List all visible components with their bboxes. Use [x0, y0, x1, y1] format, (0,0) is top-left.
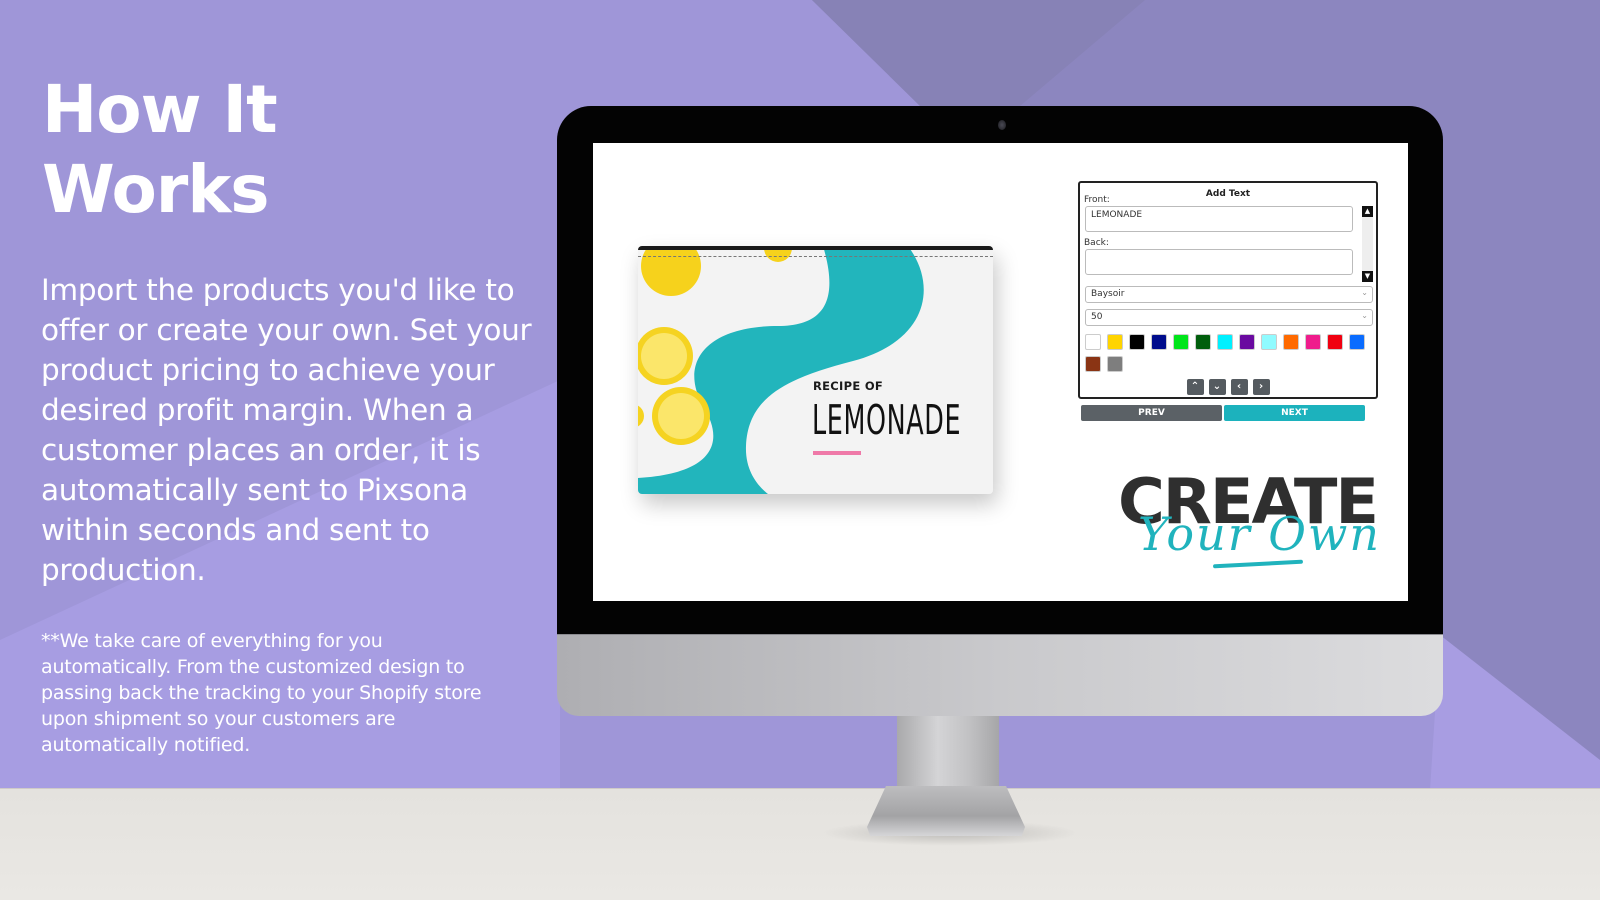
desk-surface: [0, 788, 1600, 900]
heading-line-1: How It: [42, 71, 278, 148]
color-swatch-green[interactable]: [1173, 334, 1189, 350]
scrollbar[interactable]: ▲ ▼: [1362, 206, 1373, 282]
scroll-up-icon[interactable]: ▲: [1362, 206, 1373, 217]
page-heading: How It Works: [42, 70, 278, 230]
color-swatch-light-cyan[interactable]: [1261, 334, 1277, 350]
move-down-button[interactable]: ⌄: [1208, 379, 1226, 395]
back-text-input[interactable]: [1085, 249, 1353, 275]
color-swatch-pink[interactable]: [1305, 334, 1321, 350]
color-swatch-black[interactable]: [1129, 334, 1145, 350]
color-swatch-white[interactable]: [1085, 334, 1101, 350]
logo-your-own-text: Your Own: [1138, 507, 1382, 561]
position-controls: ⌃ ⌄ ‹ ›: [1080, 379, 1376, 395]
product-subtitle: RECIPE OF: [813, 379, 884, 393]
move-up-button[interactable]: ⌃: [1186, 379, 1204, 395]
size-select[interactable]: 50 ⌄: [1085, 309, 1373, 326]
prev-button[interactable]: PREV: [1081, 405, 1222, 421]
chevron-down-icon: ⌄: [1361, 311, 1368, 320]
pouch-zipper: [638, 246, 993, 250]
monitor-bezel: RECIPE OF LEMONADE Add Text Front: LEMON…: [557, 106, 1443, 634]
camera-icon: [998, 120, 1006, 130]
panel-title: Add Text: [1205, 189, 1251, 199]
footnote-text: **We take care of everything for you aut…: [41, 630, 482, 756]
color-swatch-brown[interactable]: [1085, 356, 1101, 372]
color-swatch-dark-green[interactable]: [1195, 334, 1211, 350]
color-swatch-orange[interactable]: [1283, 334, 1299, 350]
add-text-panel: Add Text Front: LEMONADE Back: ▲ ▼ Bayso…: [1078, 181, 1378, 399]
color-swatch-gray[interactable]: [1107, 356, 1123, 372]
next-button[interactable]: NEXT: [1224, 405, 1365, 421]
monitor-stand-base: [867, 786, 1025, 836]
color-swatch-blue[interactable]: [1349, 334, 1365, 350]
pouch-stitch: [638, 256, 993, 257]
product-pouch-image: RECIPE OF LEMONADE: [638, 246, 993, 494]
monitor-screen: RECIPE OF LEMONADE Add Text Front: LEMON…: [593, 143, 1408, 601]
front-label: Front:: [1084, 195, 1110, 205]
size-select-value: 50: [1091, 312, 1103, 322]
color-swatch-yellow[interactable]: [1107, 334, 1123, 350]
monitor-chin: [557, 634, 1443, 716]
heading-line-2: Works: [42, 151, 270, 228]
front-text-input[interactable]: LEMONADE: [1085, 206, 1353, 232]
pouch-artwork: [638, 246, 993, 494]
color-swatch-purple[interactable]: [1239, 334, 1255, 350]
back-label: Back:: [1084, 238, 1109, 248]
product-accent-bar: [813, 451, 861, 455]
create-your-own-logo: CREATE Your Own: [1118, 465, 1388, 575]
chevron-down-icon: ⌄: [1361, 288, 1368, 297]
move-left-button[interactable]: ‹: [1230, 379, 1248, 395]
monitor-stand-neck: [897, 716, 999, 798]
color-swatch-red[interactable]: [1327, 334, 1343, 350]
color-swatch-cyan[interactable]: [1217, 334, 1233, 350]
font-select[interactable]: Baysoir ⌄: [1085, 286, 1373, 303]
color-swatch-navy[interactable]: [1151, 334, 1167, 350]
move-right-button[interactable]: ›: [1252, 379, 1270, 395]
font-select-value: Baysoir: [1091, 289, 1125, 299]
scroll-down-icon[interactable]: ▼: [1362, 271, 1373, 282]
product-title: LEMONADE: [812, 396, 962, 444]
description-text: Import the products you'd like to offer …: [41, 273, 532, 587]
color-swatches: [1085, 334, 1375, 372]
monitor: RECIPE OF LEMONADE Add Text Front: LEMON…: [557, 106, 1443, 716]
